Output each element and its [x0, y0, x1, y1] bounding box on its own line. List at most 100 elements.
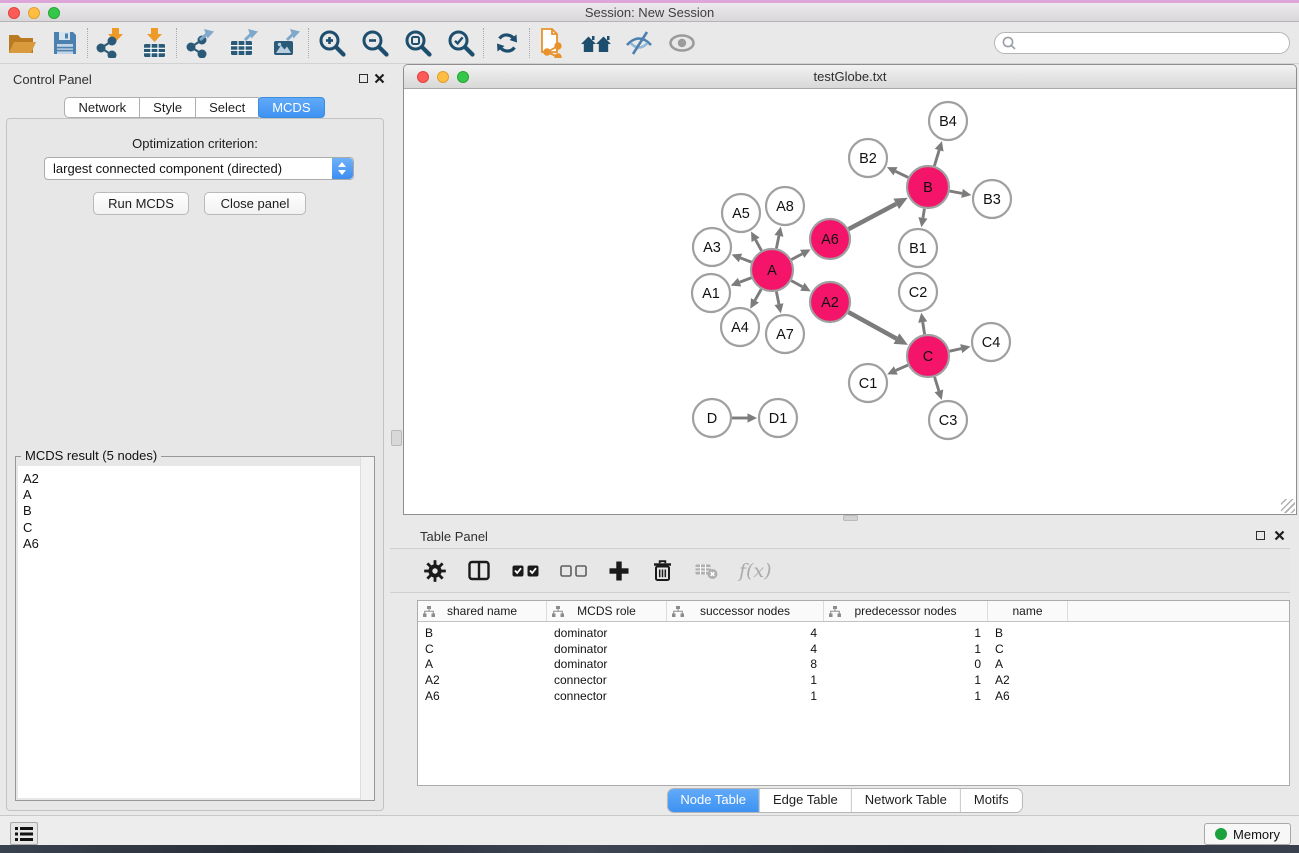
svg-text:B2: B2	[859, 151, 877, 167]
network-file-icon[interactable]	[531, 25, 574, 61]
run-mcds-button[interactable]: Run MCDS	[93, 192, 189, 215]
delete-column-icon[interactable]	[651, 559, 674, 582]
result-list-scrollbar[interactable]	[360, 457, 374, 800]
settings-gear-icon[interactable]	[424, 560, 446, 582]
cytoscape-window: Session: New Session	[0, 0, 1299, 853]
table-cell[interactable]: 4	[667, 626, 824, 640]
table-row[interactable]: A2connector11A2	[418, 672, 1289, 688]
zoom-selected-icon[interactable]	[439, 25, 482, 61]
close-panel-button[interactable]: Close panel	[204, 192, 306, 215]
table-row[interactable]: A6connector11A6	[418, 688, 1289, 704]
svg-text:A6: A6	[821, 232, 839, 248]
result-list-item[interactable]: C	[18, 520, 372, 536]
table-cell[interactable]: A2	[418, 673, 547, 687]
svg-text:C2: C2	[909, 285, 928, 301]
vertical-splitter-handle[interactable]	[391, 430, 402, 446]
column-header-MCDS-role[interactable]: MCDS role	[547, 601, 667, 621]
column-header-successor-nodes[interactable]: successor nodes	[667, 601, 824, 621]
criterion-value: largest connected component (directed)	[53, 161, 282, 176]
table-cell[interactable]: 1	[824, 673, 988, 687]
table-cell[interactable]: 0	[824, 657, 988, 671]
table-cell[interactable]: A2	[988, 673, 1068, 687]
table-cell[interactable]: connector	[547, 673, 667, 687]
split-columns-icon[interactable]	[467, 559, 491, 582]
zoom-in-icon[interactable]	[310, 25, 353, 61]
table-row[interactable]: Bdominator41B	[418, 625, 1289, 641]
float-panel-icon[interactable]	[359, 74, 368, 83]
select-all-icon[interactable]	[512, 565, 539, 577]
table-cell[interactable]: C	[988, 642, 1068, 656]
table-cell[interactable]: 8	[667, 657, 824, 671]
column-header-name[interactable]: name	[988, 601, 1068, 621]
home-icon[interactable]	[574, 25, 617, 61]
table-cell[interactable]: C	[418, 642, 547, 656]
result-list-item[interactable]: A6	[18, 536, 372, 552]
tab-motifs[interactable]: Motifs	[960, 789, 1022, 812]
tab-style[interactable]: Style	[139, 97, 196, 118]
tab-network[interactable]: Network	[64, 97, 140, 118]
zoom-out-icon[interactable]	[353, 25, 396, 61]
table-cell[interactable]: dominator	[547, 657, 667, 671]
hide-visibility-icon[interactable]	[617, 25, 660, 61]
task-history-button[interactable]	[10, 822, 38, 845]
memory-label: Memory	[1233, 827, 1280, 842]
table-cell[interactable]: A6	[988, 689, 1068, 703]
close-table-panel-icon[interactable]	[1274, 530, 1285, 541]
column-header-shared-name[interactable]: shared name	[418, 601, 547, 621]
network-graph[interactable]: B4B2BB3A8A5A6A3B1AA1C2A2A4A7C4CC1C3DD1	[404, 89, 1296, 514]
table-cell[interactable]: dominator	[547, 642, 667, 656]
delete-table-icon[interactable]	[695, 561, 718, 580]
table-row[interactable]: Adominator80A	[418, 656, 1289, 672]
column-header-predecessor-nodes[interactable]: predecessor nodes	[824, 601, 988, 621]
result-list-item[interactable]: B	[18, 503, 372, 519]
import-table-icon[interactable]	[132, 25, 175, 61]
table-cell[interactable]: B	[418, 626, 547, 640]
table-cell[interactable]: 1	[667, 689, 824, 703]
table-cell[interactable]: 1	[667, 673, 824, 687]
table-cell[interactable]: dominator	[547, 626, 667, 640]
tab-network-table[interactable]: Network Table	[851, 789, 960, 812]
table-row[interactable]: Cdominator41C	[418, 641, 1289, 657]
mcds-panel: Optimization criterion: largest connecte…	[6, 118, 384, 811]
tab-node-table[interactable]: Node Table	[667, 789, 759, 812]
table-cell[interactable]: B	[988, 626, 1068, 640]
memory-status-icon	[1215, 828, 1227, 840]
search-input[interactable]	[994, 32, 1290, 54]
open-file-icon[interactable]	[0, 25, 43, 61]
toolbar-separator	[87, 28, 88, 58]
table-cell[interactable]: A	[418, 657, 547, 671]
tab-select[interactable]: Select	[195, 97, 259, 118]
window-title: Session: New Session	[0, 5, 1299, 20]
table-cell[interactable]: A6	[418, 689, 547, 703]
svg-text:A8: A8	[776, 199, 794, 215]
export-table-icon[interactable]	[221, 25, 264, 61]
network-canvas[interactable]: B4B2BB3A8A5A6A3B1AA1C2A2A4A7C4CC1C3DD1	[404, 89, 1296, 514]
table-cell[interactable]: 1	[824, 626, 988, 640]
table-cell[interactable]: connector	[547, 689, 667, 703]
result-list-item[interactable]: A2	[18, 466, 372, 487]
tab-mcds[interactable]: MCDS	[258, 97, 324, 118]
result-list-item[interactable]: A	[18, 487, 372, 503]
import-network-icon[interactable]	[89, 25, 132, 61]
memory-button[interactable]: Memory	[1204, 823, 1291, 845]
table-cell[interactable]: 1	[824, 642, 988, 656]
zoom-fit-icon[interactable]	[396, 25, 439, 61]
table-cell[interactable]: 4	[667, 642, 824, 656]
export-network-icon[interactable]	[178, 25, 221, 61]
show-visibility-icon[interactable]	[660, 25, 703, 61]
table-header-row: shared nameMCDS rolesuccessor nodesprede…	[418, 601, 1289, 622]
add-column-icon[interactable]	[608, 560, 630, 582]
refresh-icon[interactable]	[485, 25, 528, 61]
tab-edge-table[interactable]: Edge Table	[759, 789, 851, 812]
save-icon[interactable]	[43, 25, 86, 61]
function-builder-icon[interactable]: f(x)	[739, 560, 772, 582]
float-table-panel-icon[interactable]	[1256, 531, 1265, 540]
criterion-select[interactable]: largest connected component (directed)	[44, 157, 354, 180]
close-panel-icon[interactable]	[374, 73, 385, 84]
table-cell[interactable]: 1	[824, 689, 988, 703]
resize-grip-icon[interactable]	[1281, 499, 1295, 513]
deselect-all-icon[interactable]	[560, 565, 587, 577]
table-cell[interactable]: A	[988, 657, 1068, 671]
main-toolbar	[0, 22, 1299, 64]
export-image-icon[interactable]	[264, 25, 307, 61]
